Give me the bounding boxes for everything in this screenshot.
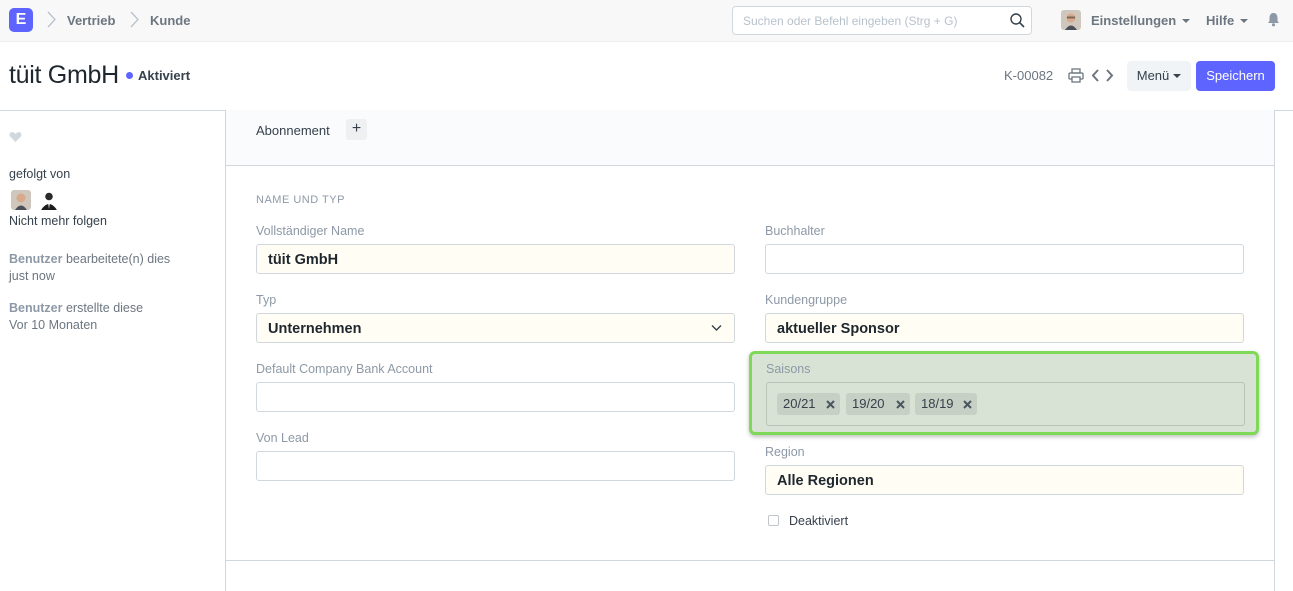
activity-time: just now: [9, 269, 55, 283]
remove-tag-icon[interactable]: [896, 400, 905, 409]
caret-down-icon: [1240, 18, 1249, 23]
subscription-label: Abonnement: [256, 123, 330, 138]
type-label: Typ: [256, 293, 277, 307]
next-record-icon[interactable]: [1105, 68, 1115, 83]
status-indicator-dot: [126, 72, 133, 79]
activity-item: Benutzer erstellte diese Vor 10 Monaten: [9, 300, 219, 334]
print-icon[interactable]: [1068, 68, 1084, 83]
activity-action: erstellte diese: [62, 301, 144, 315]
page-title: tüit GmbH: [9, 61, 119, 89]
activity-time: Vor 10 Monaten: [9, 318, 98, 332]
save-button[interactable]: Speichern: [1196, 61, 1275, 91]
menu-label: Menü: [1136, 68, 1170, 83]
accountant-label: Buchhalter: [765, 224, 825, 238]
remove-tag-icon[interactable]: [963, 400, 972, 409]
settings-dropdown[interactable]: Einstellungen: [1091, 13, 1191, 28]
bank-account-field[interactable]: [256, 382, 735, 412]
activity-action: bearbeitete(n) dies: [62, 252, 171, 266]
top-navbar: E Vertrieb Kunde Suchen oder Befehl eing…: [0, 0, 1293, 42]
breadcrumb-kunde[interactable]: Kunde: [150, 13, 190, 28]
breadcrumb-separator-icon: [130, 11, 139, 28]
form-container: Abonnement + NAME UND TYP Vollständiger …: [225, 110, 1275, 591]
user-avatar[interactable]: [1061, 10, 1081, 30]
breadcrumb-separator-icon: [47, 11, 56, 28]
disabled-label: Deaktiviert: [789, 514, 849, 528]
region-value: Alle Regionen: [777, 473, 874, 489]
customer-group-field[interactable]: aktueller Sponsor: [765, 313, 1244, 343]
bank-account-label: Default Company Bank Account: [256, 362, 433, 376]
help-label: Hilfe: [1206, 13, 1235, 28]
seasons-multiselect[interactable]: 20/21 19/20 18/19: [766, 382, 1245, 426]
season-tag: 19/20: [846, 393, 910, 415]
search-icon[interactable]: [1009, 12, 1026, 29]
subscription-row: Abonnement +: [226, 110, 1274, 166]
breadcrumb-vertrieb[interactable]: Vertrieb: [67, 13, 115, 28]
caret-down-icon: [1182, 18, 1191, 23]
document-id: K-00082: [1004, 68, 1054, 83]
seasons-highlight: Saisons 20/21 19/20 18/19: [749, 351, 1259, 435]
from-lead-label: Von Lead: [256, 431, 309, 445]
season-tag: 20/21: [777, 393, 840, 415]
search-placeholder: Suchen oder Befehl eingeben (Strg + G): [743, 14, 958, 28]
settings-label: Einstellungen: [1091, 13, 1177, 28]
full-name-field[interactable]: tüit GmbH: [256, 244, 735, 274]
customer-group-label: Kundengruppe: [765, 293, 848, 307]
seasons-label: Saisons: [766, 362, 811, 376]
followed-by-label: gefolgt von: [9, 167, 71, 181]
unfollow-link[interactable]: Nicht mehr folgen: [9, 214, 107, 228]
menu-button[interactable]: Menü: [1127, 61, 1191, 91]
type-select[interactable]: Unternehmen: [256, 313, 735, 343]
app-logo[interactable]: E: [9, 8, 33, 32]
type-value: Unternehmen: [268, 321, 362, 337]
like-heart-icon[interactable]: [9, 131, 22, 143]
add-subscription-button[interactable]: +: [346, 119, 367, 140]
status-badge: Aktiviert: [138, 68, 191, 83]
follower-avatar[interactable]: [39, 190, 59, 210]
help-dropdown[interactable]: Hilfe: [1206, 13, 1249, 28]
remove-tag-icon[interactable]: [826, 400, 835, 409]
caret-down-icon: [1173, 73, 1182, 78]
disabled-checkbox[interactable]: [768, 515, 779, 526]
season-tag: 18/19: [915, 393, 977, 415]
chevron-down-icon: [711, 325, 722, 331]
section-title: NAME UND TYP: [256, 194, 345, 206]
season-tag-label: 20/21: [783, 396, 816, 411]
previous-record-icon[interactable]: [1090, 68, 1100, 83]
notification-bell-icon[interactable]: [1267, 12, 1280, 27]
activity-user[interactable]: Benutzer: [9, 301, 62, 315]
follower-avatar[interactable]: [11, 190, 31, 210]
season-tag-label: 18/19: [921, 396, 954, 411]
region-label: Region: [765, 445, 805, 459]
region-field[interactable]: Alle Regionen: [765, 465, 1244, 495]
activity-user[interactable]: Benutzer: [9, 252, 62, 266]
activity-item: Benutzer bearbeitete(n) dies just now: [9, 251, 219, 285]
from-lead-field[interactable]: [256, 451, 735, 481]
full-name-value: tüit GmbH: [268, 252, 339, 268]
accountant-field[interactable]: [765, 244, 1244, 274]
season-tag-label: 19/20: [852, 396, 885, 411]
section-divider: [226, 560, 1274, 561]
full-name-label: Vollständiger Name: [256, 224, 365, 238]
search-input[interactable]: Suchen oder Befehl eingeben (Strg + G): [732, 6, 1032, 35]
customer-group-value: aktueller Sponsor: [777, 321, 900, 337]
